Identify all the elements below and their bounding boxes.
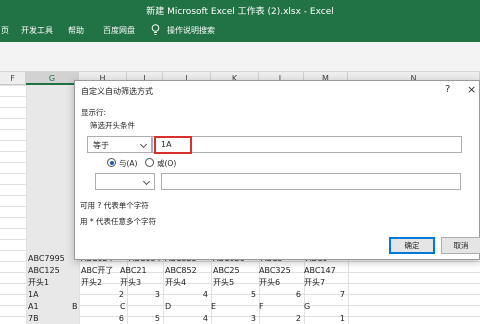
table-cell[interactable]: 4 xyxy=(163,289,208,300)
table-cell[interactable]: 3 xyxy=(127,289,160,300)
table-cell[interactable]: 4 xyxy=(163,313,208,324)
table-cell[interactable]: 3 xyxy=(211,313,256,324)
table-cell[interactable]: F xyxy=(259,301,264,312)
table-cell[interactable]: 开头1 xyxy=(28,277,49,288)
condition1-value-field[interactable] xyxy=(152,136,462,153)
wildcard-hint-multiple: 用 * 代表任意多个字符 xyxy=(80,217,157,226)
table-cell[interactable]: 开头2 xyxy=(81,277,102,288)
table-cell[interactable]: 5 xyxy=(211,289,256,300)
dialog-title: 自定义自动筛选方式 xyxy=(81,87,153,96)
and-radio-label[interactable]: 与(A) xyxy=(119,158,137,169)
window-title: 新建 Microsoft Excel 工作表 (2).xlsx - Excel xyxy=(146,7,334,17)
condition1-operator-value: 等于 xyxy=(93,141,109,150)
table-cell[interactable]: 开头5 xyxy=(213,277,234,288)
close-button[interactable]: × xyxy=(467,83,476,96)
condition1-value-text: 1A xyxy=(161,140,172,149)
table-cell[interactable]: 开头7 xyxy=(304,277,325,288)
table-cell[interactable]: C xyxy=(120,301,126,312)
table-cell[interactable]: ABC开了 xyxy=(81,265,113,276)
table-cell[interactable]: ABC325 xyxy=(259,265,291,276)
or-radio[interactable] xyxy=(145,158,154,167)
table-cell[interactable]: E xyxy=(211,301,216,312)
condition1-value-input[interactable]: 1A xyxy=(154,136,192,154)
tab-page[interactable]: 页 xyxy=(1,25,9,36)
table-cell[interactable]: ABC125 xyxy=(28,265,60,276)
table-cell[interactable]: 开头6 xyxy=(259,277,280,288)
table-cell[interactable]: ABC25 xyxy=(213,265,240,276)
table-cell[interactable]: 2 xyxy=(259,313,301,324)
tab-baidu-pan[interactable]: 百度网盘 xyxy=(103,25,135,36)
condition2-value-input[interactable] xyxy=(161,173,461,190)
ribbon-body xyxy=(0,42,480,72)
custom-autofilter-dialog: 自定义自动筛选方式 ? × 显示行: 筛选开头条件 等于 1A 与(A) 或(O… xyxy=(74,80,480,260)
chevron-down-icon xyxy=(139,140,148,149)
wildcard-hint-single: 可用 ? 代表单个字符 xyxy=(80,201,149,210)
ok-button[interactable]: 确定 xyxy=(389,237,435,254)
table-cell[interactable]: B xyxy=(72,301,78,312)
table-cell[interactable]: G xyxy=(304,301,310,312)
table-cell[interactable]: 1A xyxy=(28,289,39,300)
table-cell[interactable]: 开头3 xyxy=(120,277,141,288)
table-cell[interactable]: 7B xyxy=(28,313,39,324)
table-cell[interactable]: 7 xyxy=(304,289,345,300)
table-cell[interactable]: 2 xyxy=(79,289,124,300)
tell-me-search[interactable]: 操作说明搜索 xyxy=(167,25,215,36)
cancel-button[interactable]: 取消 xyxy=(441,237,480,254)
table-cell[interactable]: 1 xyxy=(304,313,345,324)
show-rows-label: 显示行: xyxy=(81,108,107,117)
tab-developer[interactable]: 开发工具 xyxy=(21,25,53,36)
or-radio-label[interactable]: 或(O) xyxy=(157,158,176,169)
filter-field-label: 筛选开头条件 xyxy=(90,121,135,130)
table-cell[interactable]: ABC852 xyxy=(165,265,197,276)
help-button[interactable]: ? xyxy=(445,84,450,95)
ribbon-tabs: 页 开发工具 帮助 百度网盘 操作说明搜索 xyxy=(0,20,480,42)
table-cell[interactable]: 6 xyxy=(79,313,124,324)
table-cell[interactable]: ABC7995 xyxy=(28,253,65,264)
table-cell[interactable]: 6 xyxy=(259,289,301,300)
condition2-operator-select[interactable] xyxy=(95,173,155,190)
tab-help[interactable]: 帮助 xyxy=(68,25,84,36)
table-cell[interactable]: A1 xyxy=(28,301,39,312)
chevron-down-icon xyxy=(142,177,151,186)
table-cell[interactable]: D xyxy=(165,301,171,312)
table-cell[interactable]: ABC21 xyxy=(120,265,147,276)
title-bar: 新建 Microsoft Excel 工作表 (2).xlsx - Excel xyxy=(0,0,480,20)
lightbulb-icon xyxy=(151,24,160,35)
grid-line xyxy=(26,85,27,324)
column-header-g[interactable]: G xyxy=(26,72,79,85)
table-cell[interactable]: 5 xyxy=(127,313,160,324)
table-cell[interactable]: ABC147 xyxy=(304,265,336,276)
condition1-operator-select[interactable]: 等于 xyxy=(87,136,152,153)
table-cell[interactable]: 开头4 xyxy=(165,277,186,288)
column-header-f[interactable]: F xyxy=(0,72,26,85)
and-radio[interactable] xyxy=(107,158,116,167)
